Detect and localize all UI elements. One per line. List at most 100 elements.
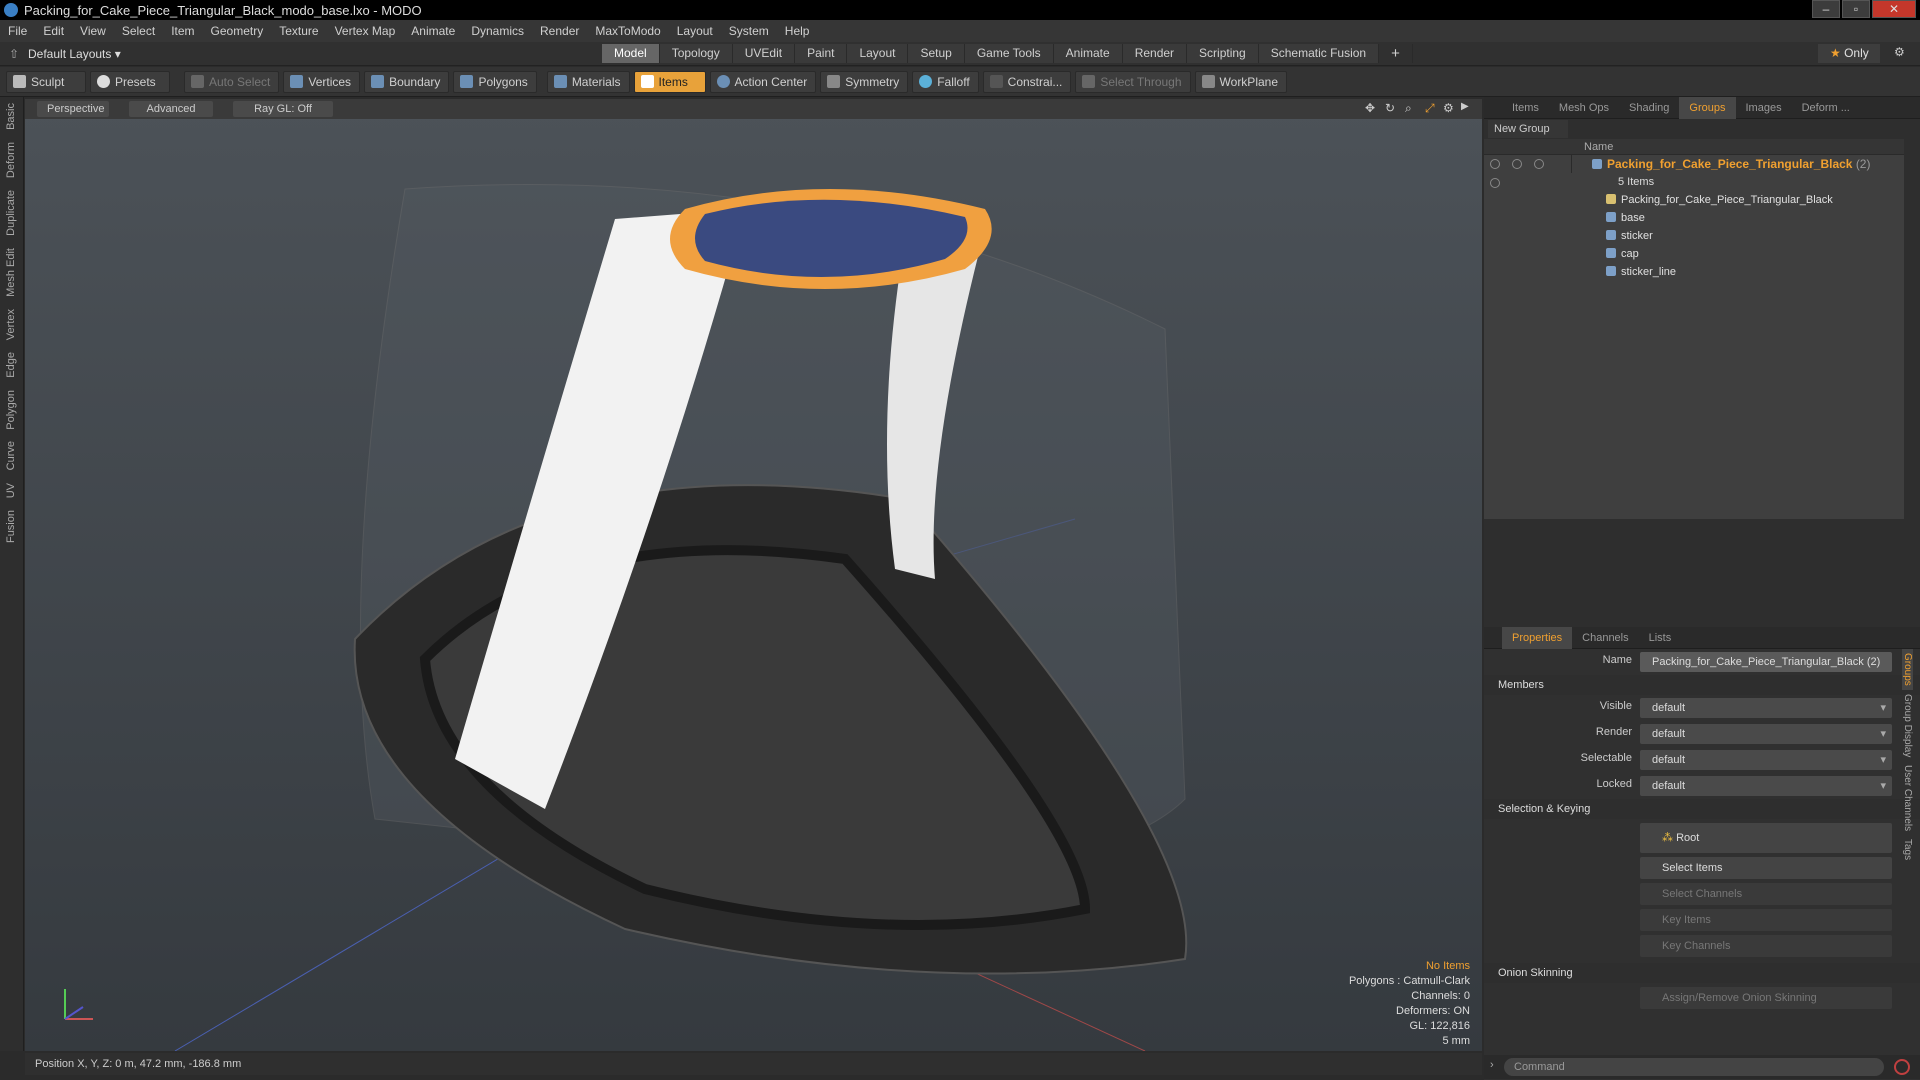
- tab-groups[interactable]: Groups: [1679, 96, 1736, 119]
- tab-model[interactable]: Model: [602, 44, 660, 63]
- action-center-button[interactable]: Action Center: [709, 70, 817, 93]
- menu-texture[interactable]: Texture: [271, 20, 326, 42]
- tab-setup[interactable]: Setup: [908, 44, 965, 63]
- move-view-icon[interactable]: ✥: [1365, 101, 1375, 115]
- left-tab-basic[interactable]: Basic: [5, 97, 17, 136]
- layout-arrow-icon[interactable]: ⇧: [0, 47, 28, 61]
- select-items-button[interactable]: Select Items: [1640, 857, 1892, 879]
- advanced-dropdown[interactable]: Advanced: [129, 101, 213, 117]
- tree-row-item[interactable]: base: [1484, 209, 1904, 227]
- left-tab-edge[interactable]: Edge: [5, 346, 17, 384]
- symmetry-button[interactable]: Symmetry: [820, 70, 909, 93]
- command-input[interactable]: Command: [1504, 1058, 1884, 1076]
- constraints-button[interactable]: Constrai...: [982, 70, 1072, 93]
- root-button[interactable]: ⁂ Root: [1640, 823, 1892, 853]
- only-toggle[interactable]: ★ Only: [1818, 44, 1880, 63]
- maximize-button[interactable]: ▫: [1842, 0, 1870, 18]
- side-tab-group-display[interactable]: Group Display: [1902, 690, 1913, 761]
- tab-deform[interactable]: Deform ...: [1792, 97, 1860, 119]
- menu-file[interactable]: File: [0, 20, 35, 42]
- materials-button[interactable]: Materials: [546, 70, 630, 93]
- 3d-viewport[interactable]: Perspective Advanced Ray GL: Off ✥ ↻ ⌕ ⤢…: [25, 99, 1482, 1051]
- default-layouts-dropdown[interactable]: Default Layouts ▾: [28, 47, 602, 61]
- tab-topology[interactable]: Topology: [659, 44, 733, 63]
- menu-layout[interactable]: Layout: [669, 20, 721, 42]
- minimize-button[interactable]: –: [1812, 0, 1840, 18]
- tab-lists[interactable]: Lists: [1639, 627, 1682, 649]
- tab-mesh-ops[interactable]: Mesh Ops: [1549, 97, 1619, 119]
- onion-skinning-section[interactable]: Onion Skinning: [1484, 963, 1920, 983]
- auto-select-button[interactable]: Auto Select: [184, 70, 280, 93]
- locked-dropdown[interactable]: default: [1640, 776, 1892, 796]
- items-button[interactable]: Items: [633, 70, 706, 93]
- tab-properties[interactable]: Properties: [1502, 626, 1573, 649]
- menu-geometry[interactable]: Geometry: [203, 20, 272, 42]
- selectable-dropdown[interactable]: default: [1640, 750, 1892, 770]
- menu-system[interactable]: System: [721, 20, 777, 42]
- members-section[interactable]: Members: [1484, 675, 1920, 695]
- name-field[interactable]: Packing_for_Cake_Piece_Triangular_Black …: [1640, 652, 1892, 672]
- menu-edit[interactable]: Edit: [35, 20, 72, 42]
- menu-vertex-map[interactable]: Vertex Map: [327, 20, 404, 42]
- left-tab-polygon[interactable]: Polygon: [5, 384, 17, 436]
- tab-layout[interactable]: Layout: [847, 44, 909, 63]
- menu-select[interactable]: Select: [114, 20, 163, 42]
- tree-row-item[interactable]: sticker: [1484, 227, 1904, 245]
- workplane-button[interactable]: WorkPlane: [1194, 70, 1288, 93]
- perspective-dropdown[interactable]: Perspective: [37, 101, 109, 117]
- key-items-button[interactable]: Key Items: [1640, 909, 1892, 931]
- tab-render[interactable]: Render: [1122, 44, 1188, 63]
- gear-icon[interactable]: ⚙: [1894, 45, 1905, 59]
- presets-button[interactable]: Presets: [90, 70, 170, 93]
- selection-keying-section[interactable]: Selection & Keying: [1484, 799, 1920, 819]
- menu-animate[interactable]: Animate: [403, 20, 463, 42]
- visibility-toggles[interactable]: [1484, 155, 1572, 188]
- add-layout-button[interactable]: +: [1379, 44, 1413, 63]
- tab-uvedit[interactable]: UVEdit: [732, 44, 796, 63]
- left-tab-deform[interactable]: Deform: [5, 136, 17, 184]
- tree-row-item[interactable]: sticker_line: [1484, 263, 1904, 281]
- tab-schematic-fusion[interactable]: Schematic Fusion: [1258, 44, 1380, 63]
- menu-help[interactable]: Help: [777, 20, 818, 42]
- left-tab-mesh-edit[interactable]: Mesh Edit: [5, 242, 17, 303]
- boundary-button[interactable]: Boundary: [364, 70, 450, 93]
- tab-animate[interactable]: Animate: [1053, 44, 1123, 63]
- menu-render[interactable]: Render: [532, 20, 587, 42]
- tab-game-tools[interactable]: Game Tools: [964, 44, 1054, 63]
- left-tab-curve[interactable]: Curve: [5, 435, 17, 476]
- key-channels-button[interactable]: Key Channels: [1640, 935, 1892, 957]
- close-button[interactable]: ✕: [1872, 0, 1916, 18]
- left-tab-fusion[interactable]: Fusion: [5, 504, 17, 549]
- sculpt-button[interactable]: Sculpt: [6, 70, 86, 93]
- menu-item[interactable]: Item: [163, 20, 202, 42]
- rotate-view-icon[interactable]: ↻: [1385, 101, 1395, 115]
- side-tab-user-channels[interactable]: User Channels: [1902, 761, 1913, 835]
- render-dropdown[interactable]: default: [1640, 724, 1892, 744]
- viewport-more-icon[interactable]: ▶: [1461, 101, 1469, 112]
- tree-row-item[interactable]: cap: [1484, 245, 1904, 263]
- side-tab-groups[interactable]: Groups: [1902, 649, 1913, 690]
- left-tab-duplicate[interactable]: Duplicate: [5, 184, 17, 242]
- tree-row-item[interactable]: Packing_for_Cake_Piece_Triangular_Black: [1484, 191, 1904, 209]
- tree-row-root-group[interactable]: Packing_for_Cake_Piece_Triangular_Black …: [1484, 155, 1904, 188]
- polygons-button[interactable]: Polygons: [453, 70, 537, 93]
- visible-dropdown[interactable]: default: [1640, 698, 1892, 718]
- new-group-button[interactable]: New Group: [1488, 120, 1568, 138]
- tab-scripting[interactable]: Scripting: [1187, 44, 1259, 63]
- tab-items[interactable]: Items: [1502, 97, 1549, 119]
- tab-channels[interactable]: Channels: [1572, 627, 1638, 649]
- menu-view[interactable]: View: [72, 20, 114, 42]
- raygl-toggle[interactable]: Ray GL: Off: [233, 101, 333, 117]
- left-tab-vertex[interactable]: Vertex: [5, 303, 17, 346]
- tab-paint[interactable]: Paint: [795, 44, 848, 63]
- record-icon[interactable]: [1894, 1059, 1910, 1075]
- falloff-button[interactable]: Falloff: [912, 70, 979, 93]
- tab-shading[interactable]: Shading: [1619, 97, 1679, 119]
- assign-onion-button[interactable]: Assign/Remove Onion Skinning: [1640, 987, 1892, 1009]
- menu-maxtomodo[interactable]: MaxToModo: [587, 20, 668, 42]
- zoom-view-icon[interactable]: ⌕: [1405, 101, 1412, 116]
- viewport-gear-icon[interactable]: ⚙: [1443, 101, 1454, 115]
- left-tab-uv[interactable]: UV: [5, 477, 17, 504]
- fit-view-icon[interactable]: ⤢: [1425, 101, 1435, 116]
- vertices-button[interactable]: Vertices: [283, 70, 361, 93]
